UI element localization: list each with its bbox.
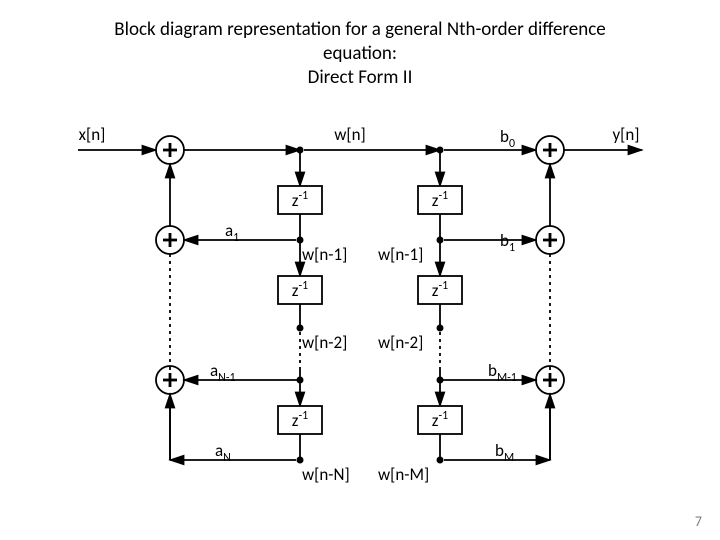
- adder-left-nm1: [156, 366, 184, 394]
- label-wn1-l: w[n-1]: [302, 244, 347, 265]
- label-xn: x[n]: [79, 124, 106, 145]
- label-wn2-l: w[n-2]: [302, 332, 347, 353]
- node-lNm1: [297, 377, 304, 384]
- diagram-title: Block diagram representation for a gener…: [0, 18, 720, 89]
- label-wn1-r: w[n-1]: [378, 244, 423, 265]
- node-r2: [437, 325, 444, 332]
- coef-b0: b0: [500, 126, 515, 151]
- page-number: 7: [695, 513, 702, 530]
- node-l2: [297, 325, 304, 332]
- label-yn: y[n]: [612, 124, 639, 145]
- coef-b1: b1: [500, 230, 515, 255]
- label-wn2-r: w[n-2]: [378, 332, 423, 353]
- title-line-2: equation:: [323, 42, 397, 65]
- adder-right-mm1: [536, 366, 564, 394]
- block-diagram: x[n] y[n] w[n] b0 z-1: [70, 120, 650, 500]
- label-wn: w[n]: [334, 124, 366, 145]
- label-wnN: w[n-N]: [302, 464, 350, 485]
- adder-right-top: [536, 136, 564, 164]
- coef-aN: aN: [215, 440, 231, 465]
- node-lN: [297, 457, 304, 464]
- coef-aNm1: aN-1: [210, 360, 236, 385]
- coef-bM: bM: [495, 440, 514, 465]
- adder-left-top: [156, 136, 184, 164]
- adder-right-1: [536, 226, 564, 254]
- coef-a1: a1: [225, 220, 239, 245]
- node-rM: [437, 457, 444, 464]
- adder-left-1: [156, 226, 184, 254]
- title-line-1: Block diagram representation for a gener…: [114, 18, 605, 41]
- node-rMm1: [437, 377, 444, 384]
- label-wnM: w[n-M]: [378, 464, 429, 485]
- title-line-3: Direct Form II: [308, 66, 413, 89]
- coef-bMm1: bM-1: [488, 360, 517, 385]
